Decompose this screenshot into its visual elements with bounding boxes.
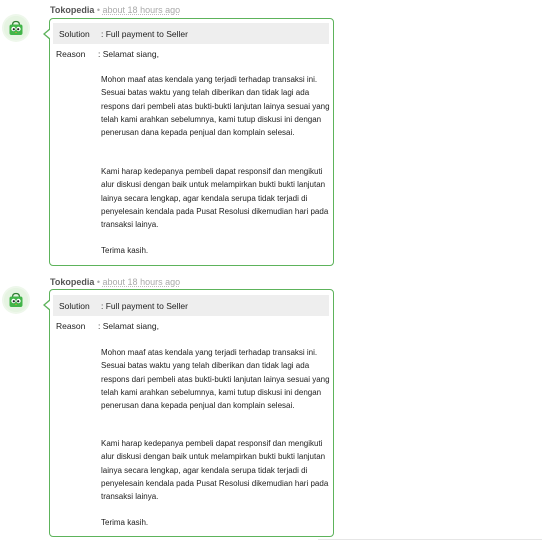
reason-greeting: : Selamat siang, [98,321,159,331]
tokopedia-bag-icon [4,16,28,40]
tokopedia-avatar[interactable] [4,16,28,40]
reason-paragraph: Mohon maaf atas kendala yang terjadi ter… [101,75,330,138]
tokopedia-bag-icon [4,288,28,312]
reason-paragraph: Kami harap kedepanya pembeli dapat respo… [101,167,329,230]
solution-value: : Full payment to Seller [101,29,188,39]
message-bubble: Solution : Full payment to Seller Reason… [43,18,334,266]
meta-separator: • [96,277,101,287]
solution-value: : Full payment to Seller [101,301,188,311]
reason-paragraph: Mohon maaf atas kendala yang terjadi ter… [101,348,330,411]
reason-greeting: : Selamat siang, [98,49,159,59]
meta-separator: • [96,5,101,15]
timestamp[interactable]: about 18 hours ago [103,5,181,15]
sender-name[interactable]: Tokopedia [50,5,94,15]
message-meta: Tokopedia • about 18 hours ago [50,5,180,15]
sender-name[interactable]: Tokopedia [50,277,94,287]
reason-paragraph: Kami harap kedepanya pembeli dapat respo… [101,439,329,502]
reason-label: Reason [56,321,86,331]
reason-label: Reason [56,49,86,59]
solution-row: Solution : Full payment to Seller [53,295,329,316]
solution-label: Solution [59,301,90,311]
message-item: Tokopedia • about 18 hours ago Solution … [0,0,542,268]
reason-closing: Terima kasih. [101,518,149,527]
timestamp[interactable]: about 18 hours ago [103,277,181,287]
reason-closing: Terima kasih. [101,246,149,255]
tokopedia-avatar[interactable] [4,288,28,312]
message-item: Tokopedia • about 18 hours ago Solution … [0,272,542,540]
solution-label: Solution [59,29,90,39]
message-bubble: Solution : Full payment to Seller Reason… [43,289,334,537]
solution-row: Solution : Full payment to Seller [53,23,329,44]
divider [318,539,542,540]
message-meta: Tokopedia • about 18 hours ago [50,277,180,287]
